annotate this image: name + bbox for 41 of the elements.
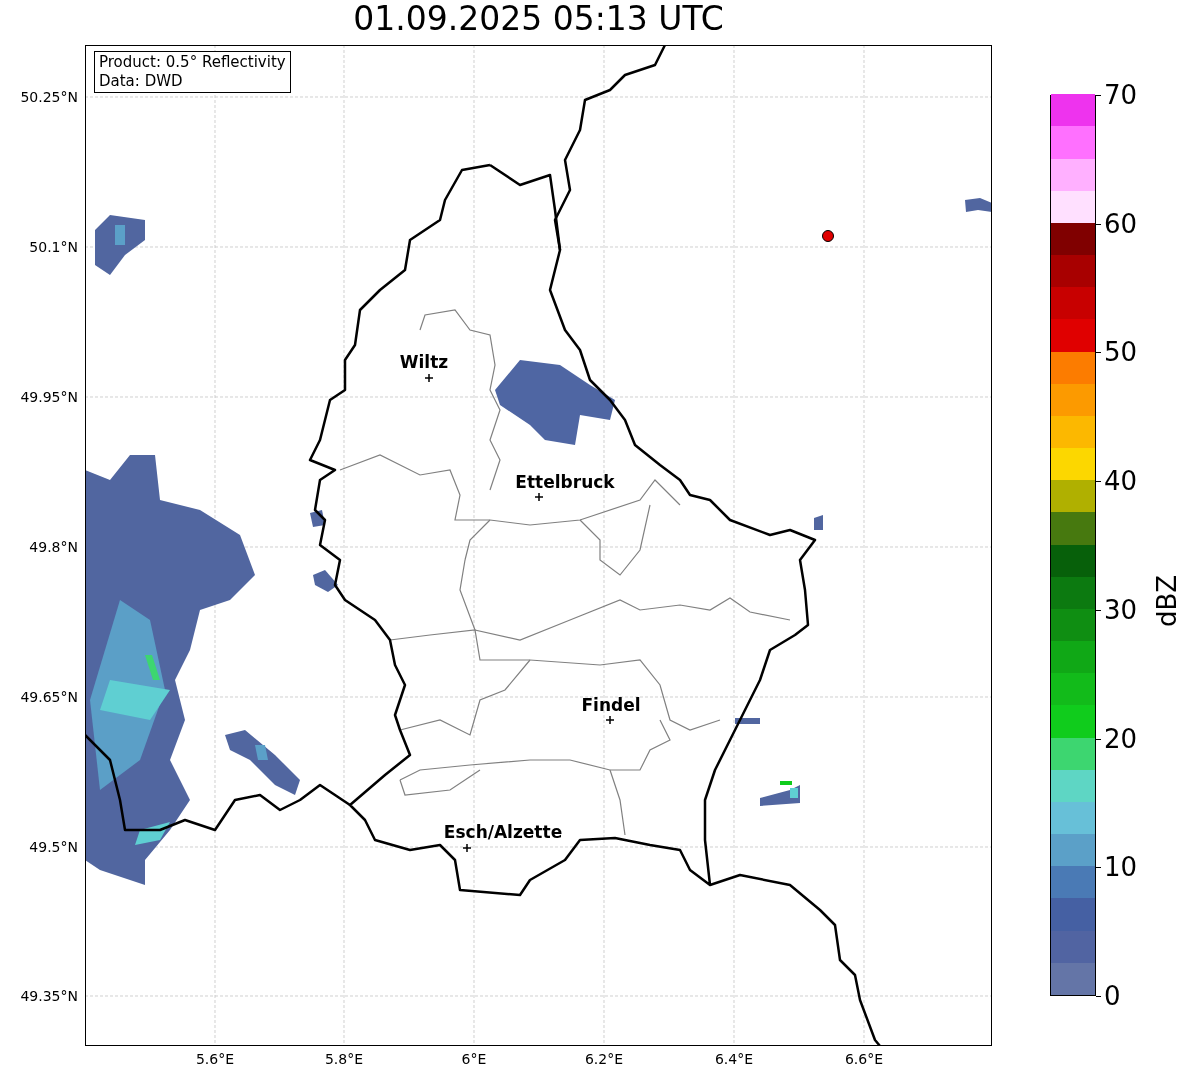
city-marker-icon [605,715,615,725]
colorbar-tick-label: 30 [1104,595,1138,624]
longitude-label: 6.6°E [844,1051,884,1067]
latitude-label: 49.65°N [20,689,78,705]
longitude-label: 6.2°E [584,1051,624,1067]
info-text: Product: 0.5° Reflectivity [99,53,286,72]
colorbar-tick-label: 70 [1104,81,1138,109]
radar-echo [310,510,325,527]
city-label: Findel [581,695,641,715]
latitude-label: 49.35°N [20,988,78,1004]
city-label: Esch/Alzette [443,822,563,842]
longitude-label: 6.4°E [714,1051,754,1067]
colorbar-tick-label: 50 [1104,338,1138,367]
radar-echo [760,781,800,806]
latitude-label: 49.5°N [29,839,78,855]
colorbar-tick-label: 0 [1104,982,1121,1010]
longitude-label: 5.8°E [324,1051,364,1067]
radar-echo [95,215,145,275]
colorbar-tick-label: 20 [1104,724,1138,753]
colorbar-tick-label: 40 [1104,467,1138,496]
city-marker-icon [462,843,472,853]
longitude-label: 6°E [461,1051,487,1067]
chart-title: 01.09.2025 05:13 UTC [353,0,724,40]
colorbar-tick-label: 10 [1104,853,1138,882]
radar-site-marker [822,230,834,242]
radar-echo [735,718,760,724]
colorbar-label: dBZ [1153,574,1181,628]
radar-echo [814,515,823,530]
latitude-label: 49.95°N [20,389,78,405]
latitude-label: 50.1°N [29,239,78,255]
info-text: Data: DWD [99,72,184,91]
latitude-label: 49.8°N [29,539,78,555]
city-label: Wiltz [399,352,449,372]
city-marker-icon [424,373,434,383]
latitude-label: 50.25°N [20,89,78,105]
radar-echo [965,198,992,212]
city-marker-icon [534,492,544,502]
radar-echo [313,570,338,592]
city-label: Ettelbruck [515,472,615,492]
longitude-label: 5.6°E [195,1051,235,1067]
colorbar-tick-label: 60 [1104,209,1138,238]
